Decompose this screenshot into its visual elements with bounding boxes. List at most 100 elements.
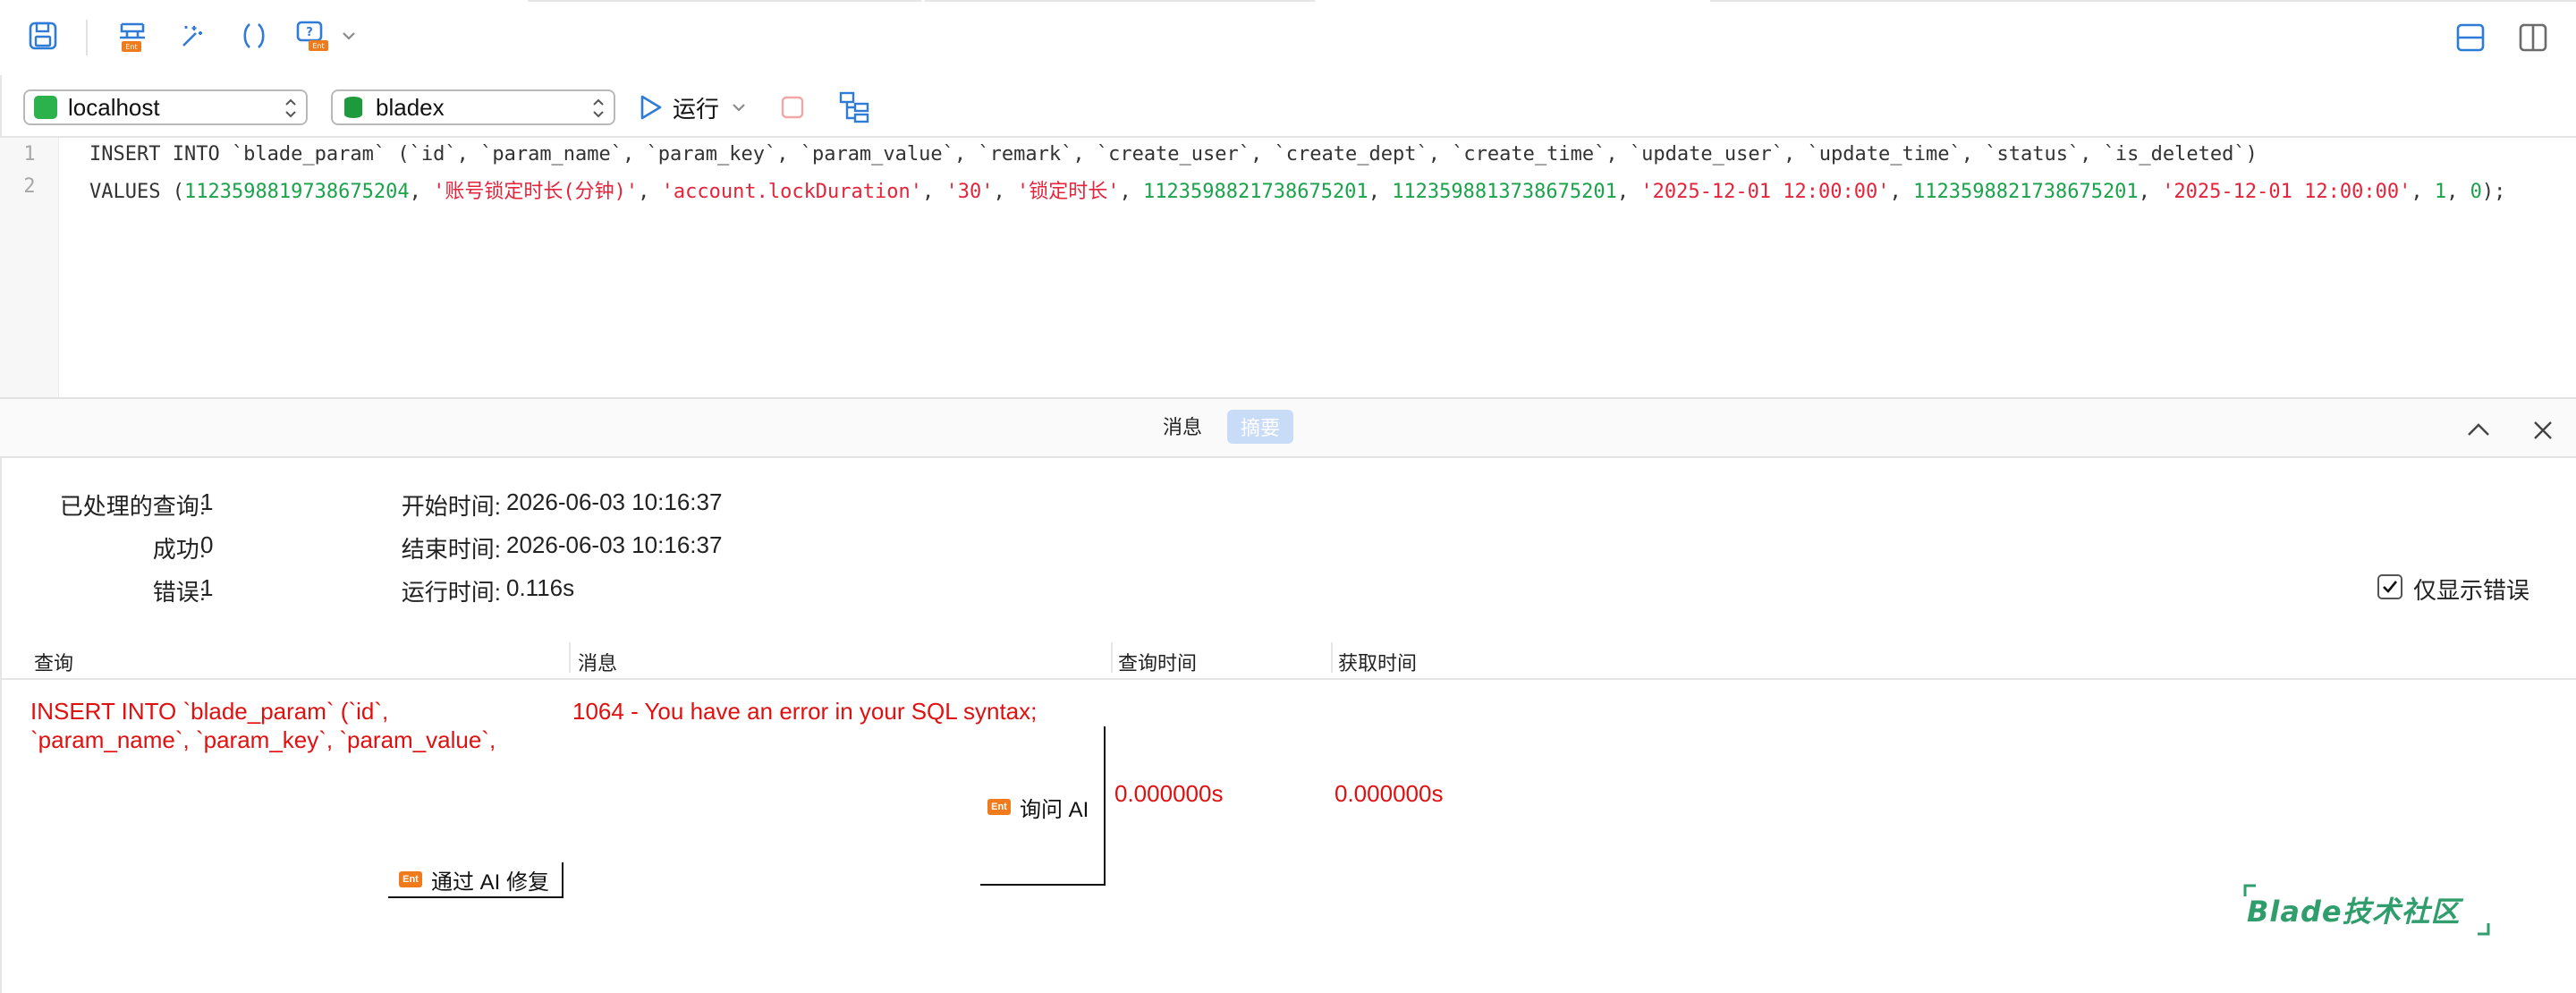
updown-icon bbox=[593, 98, 604, 118]
code-token: 1123598821738675201 bbox=[1913, 181, 2139, 203]
code-token: , bbox=[2446, 181, 2470, 203]
column-resizer[interactable] bbox=[569, 642, 571, 673]
error-message: 1064 - You have an error in your SQL syn… bbox=[572, 698, 1038, 725]
close-panel-button[interactable] bbox=[2529, 417, 2556, 444]
explain-icon: Ent bbox=[120, 22, 145, 52]
code-token: '锁定时长' bbox=[1017, 181, 1120, 203]
column-header-fetch-time[interactable]: 获取时间 bbox=[1338, 648, 1417, 676]
error-label: 错误: bbox=[152, 579, 206, 606]
code-token: ); bbox=[2481, 181, 2506, 203]
code-token: 1 bbox=[2434, 181, 2447, 203]
save-icon bbox=[29, 21, 57, 50]
code-snippet-icon: ? Ent bbox=[296, 21, 328, 51]
run-button[interactable]: 运行 bbox=[637, 89, 748, 125]
code-token: , bbox=[1119, 181, 1144, 203]
fix-with-ai-button[interactable]: Ent 通过 AI 修复 bbox=[388, 862, 564, 898]
code-token: , bbox=[1616, 181, 1641, 203]
brackets-button[interactable] bbox=[233, 14, 275, 57]
result-table-header: 查询 消息 查询时间 获取时间 bbox=[0, 635, 2576, 680]
main-toolbar: Ent ? Ent bbox=[0, 0, 2576, 75]
bracket-line bbox=[1104, 726, 1106, 886]
tree-structure-icon bbox=[839, 91, 869, 123]
code-snippet-dropdown[interactable] bbox=[340, 25, 358, 47]
layout-horizontal-button[interactable] bbox=[2449, 16, 2492, 59]
code-token: '账号锁定时长(分钟)' bbox=[433, 181, 639, 203]
toolbar-separator bbox=[86, 20, 88, 55]
database-select[interactable]: bladex bbox=[331, 89, 615, 125]
code-token: '30' bbox=[945, 181, 994, 203]
collapse-panel-button[interactable] bbox=[2465, 417, 2492, 444]
beautify-button[interactable] bbox=[170, 14, 213, 57]
code-token: , bbox=[2138, 181, 2163, 203]
code-token: '2025-12-01 12:00:00' bbox=[1640, 181, 1890, 203]
column-header-query[interactable]: 查询 bbox=[34, 648, 73, 676]
visual-explain-button[interactable] bbox=[834, 86, 877, 129]
layout-vertical-button[interactable] bbox=[2512, 16, 2555, 59]
processed-label: 已处理的查询: bbox=[59, 493, 206, 520]
connection-select[interactable]: localhost bbox=[23, 89, 308, 125]
code-token: , bbox=[1889, 181, 1914, 203]
close-icon bbox=[2534, 421, 2552, 439]
line-number: 1 bbox=[23, 143, 36, 166]
stop-button[interactable] bbox=[771, 86, 814, 129]
watermark: Blade技术社区 bbox=[2234, 882, 2499, 938]
code-token: , bbox=[993, 181, 1018, 203]
code-token: , bbox=[922, 181, 946, 203]
fix-with-ai-label: 通过 AI 修复 bbox=[431, 870, 550, 895]
layout-horizontal-icon bbox=[2456, 23, 2485, 52]
play-icon bbox=[640, 95, 662, 120]
tab-message[interactable]: 消息 bbox=[1163, 412, 1202, 440]
code-token: , bbox=[2411, 181, 2435, 203]
success-value: 0 bbox=[200, 531, 214, 558]
brackets-icon bbox=[243, 23, 265, 48]
chevron-down-icon[interactable] bbox=[730, 97, 748, 118]
ask-ai-button[interactable]: Ent 询问 AI bbox=[987, 789, 1089, 825]
connection-icon bbox=[34, 96, 57, 119]
tab-strip-line bbox=[1710, 0, 2576, 2]
end-time-label: 结束时间: bbox=[401, 536, 501, 563]
error-value: 1 bbox=[200, 574, 214, 601]
database-value: bladex bbox=[376, 93, 445, 121]
svg-text:Ent: Ent bbox=[125, 43, 137, 51]
explain-button[interactable]: Ent bbox=[111, 14, 154, 57]
code-token: 1123598821738675201 bbox=[1143, 181, 1368, 203]
column-resizer[interactable] bbox=[1331, 642, 1333, 673]
chevron-up-icon bbox=[2468, 423, 2489, 436]
column-header-query-time[interactable]: 查询时间 bbox=[1118, 648, 1197, 676]
code-line-1: INSERT INTO `blade_param` (`id`, `param_… bbox=[89, 143, 2258, 166]
column-header-message[interactable]: 消息 bbox=[578, 648, 617, 676]
watermark-text: Blade技术社区 bbox=[2247, 895, 2461, 929]
end-time-value: 2026-06-03 10:16:37 bbox=[506, 531, 723, 558]
ent-badge: Ent bbox=[987, 799, 1011, 815]
checkmark-icon bbox=[2383, 581, 2398, 593]
code-token: '2025-12-01 12:00:00' bbox=[2162, 181, 2411, 203]
ask-ai-label: 询问 AI bbox=[1020, 797, 1089, 822]
svg-text:Ent: Ent bbox=[312, 42, 324, 50]
code-token: VALUES ( bbox=[89, 181, 184, 203]
elapsed-label: 运行时间: bbox=[401, 579, 501, 606]
column-resizer[interactable] bbox=[1111, 642, 1113, 673]
error-query-line: `param_name`, `param_key`, `param_value`… bbox=[30, 726, 496, 753]
line-number: 2 bbox=[23, 175, 36, 198]
sql-editor[interactable]: 1 2 INSERT INTO `blade_param` (`id`, `pa… bbox=[0, 136, 2576, 397]
only-errors-label[interactable]: 仅显示错误 bbox=[2413, 573, 2529, 606]
code-token: 1123598813738675201 bbox=[1392, 181, 1617, 203]
elapsed-value: 0.116s bbox=[506, 574, 575, 601]
code-token: , bbox=[409, 181, 434, 203]
fetch-time-value: 0.000000s bbox=[1335, 780, 1444, 807]
processed-value: 1 bbox=[200, 488, 214, 515]
result-panel-header: 消息 摘要 bbox=[0, 397, 2576, 458]
code-token: , bbox=[1368, 181, 1393, 203]
bracket-line bbox=[980, 884, 1106, 886]
code-line-2: VALUES (1123598819738675204, '账号锁定时长(分钟)… bbox=[89, 175, 2505, 204]
only-errors-checkbox[interactable] bbox=[2377, 574, 2402, 599]
tab-summary[interactable]: 摘要 bbox=[1227, 410, 1293, 444]
line-gutter: 1 2 bbox=[0, 138, 59, 397]
stop-icon bbox=[781, 96, 804, 119]
query-time-value: 0.000000s bbox=[1114, 780, 1224, 807]
save-button[interactable] bbox=[21, 14, 64, 57]
code-token: 'account.lockDuration' bbox=[661, 181, 923, 203]
error-query-line: INSERT INTO `blade_param` (`id`, bbox=[30, 698, 389, 725]
tab-strip-line bbox=[528, 0, 921, 2]
code-snippet-button[interactable]: ? Ent bbox=[292, 14, 335, 57]
